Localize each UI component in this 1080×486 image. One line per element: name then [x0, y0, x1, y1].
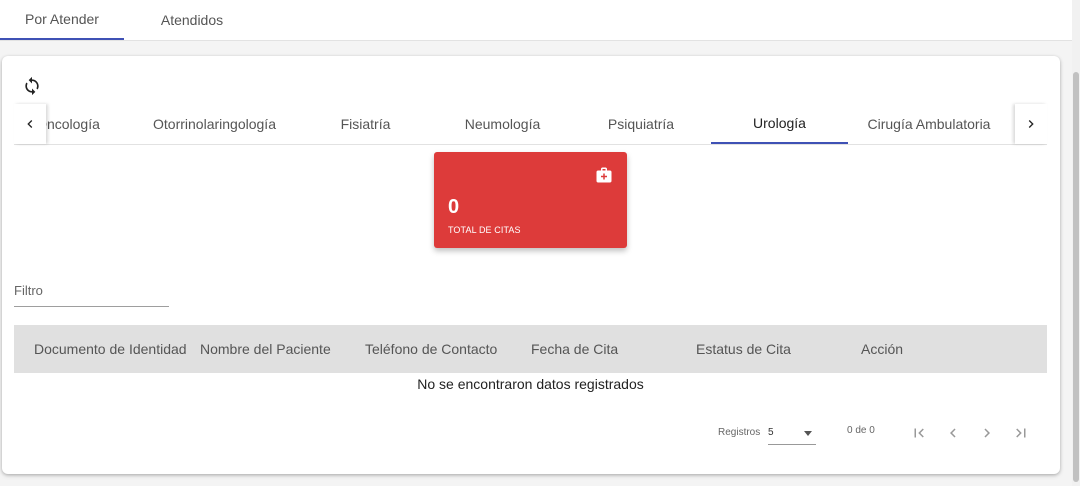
last-page-icon — [1016, 428, 1026, 438]
tab-neumologia[interactable]: Neumología — [434, 104, 571, 144]
tabs-prev-button[interactable] — [14, 104, 46, 144]
tab-label: Urología — [753, 115, 806, 131]
filter-input[interactable] — [14, 278, 169, 302]
dropdown-caret-icon — [804, 431, 812, 436]
tab-label: Neumología — [464, 116, 541, 132]
tab-por-atender[interactable]: Por Atender — [0, 0, 124, 40]
tab-label: Psiquiatría — [607, 116, 675, 132]
total-citas-value: 0 — [448, 196, 460, 218]
tab-cirugia-ambulatoria[interactable]: Cirugía Ambulatoria — [854, 104, 1004, 144]
tab-fisiatria[interactable]: Fisiatría — [297, 104, 434, 144]
page-range-label: 0 de 0 — [847, 425, 875, 436]
column-header[interactable]: Estatus de Cita — [696, 325, 791, 373]
last-page-button[interactable] — [1010, 422, 1032, 444]
column-header[interactable]: Teléfono de Contacto — [365, 325, 497, 373]
refresh-button[interactable] — [22, 76, 42, 96]
empty-table-message: No se encontraron datos registrados — [417, 376, 644, 392]
total-citas-label: TOTAL DE CITAS — [448, 225, 521, 235]
paginator: Registros 5 0 de 0 — [2, 416, 1060, 452]
column-header[interactable]: Documento de Identidad — [34, 325, 187, 373]
content-card: Oncología Otorrinolaringología Fisiatría… — [2, 56, 1060, 474]
refresh-icon — [25, 76, 39, 96]
tab-label: Por Atender — [25, 11, 99, 27]
page-scrollbar[interactable] — [1072, 0, 1080, 486]
tab-atendidos[interactable]: Atendidos — [130, 0, 254, 40]
column-header[interactable]: Acción — [861, 325, 903, 373]
tab-urologia[interactable]: Urología — [711, 104, 848, 144]
tab-label: Cirugía Ambulatoria — [867, 116, 991, 132]
tab-psiquiatria[interactable]: Psiquiatría — [571, 104, 711, 144]
tabs-next-button[interactable] — [1015, 104, 1047, 144]
chevron-right-icon — [1028, 120, 1034, 128]
tab-label: Otorrinolaringología — [153, 116, 276, 132]
previous-page-button[interactable] — [942, 422, 964, 444]
page-size-label: Registros — [718, 427, 761, 438]
top-tab-bar: Por Atender Atendidos — [0, 0, 1072, 41]
filter-field — [14, 278, 169, 307]
next-page-button[interactable] — [976, 422, 998, 444]
tab-label: Fisiatría — [340, 116, 391, 132]
first-page-button[interactable] — [908, 422, 930, 444]
specialty-tab-bar: Oncología Otorrinolaringología Fisiatría… — [14, 104, 1047, 145]
page-size-select[interactable]: 5 — [768, 422, 816, 445]
tab-label: Atendidos — [160, 12, 224, 28]
medical-kit-icon — [596, 167, 612, 183]
column-header[interactable]: Fecha de Cita — [531, 325, 618, 373]
column-header[interactable]: Nombre del Paciente — [200, 325, 331, 373]
chevron-left-icon — [950, 428, 956, 438]
tab-otorrinolaringologia[interactable]: Otorrinolaringología — [132, 104, 297, 144]
chevron-left-icon — [27, 120, 33, 128]
table-header: Documento de Identidad Nombre del Pacien… — [14, 325, 1047, 373]
chevron-right-icon — [984, 428, 990, 438]
total-citas-card: 0 TOTAL DE CITAS — [434, 152, 627, 248]
scrollbar-thumb[interactable] — [1073, 72, 1079, 482]
page-size-value: 5 — [768, 427, 774, 438]
first-page-icon — [914, 428, 924, 438]
